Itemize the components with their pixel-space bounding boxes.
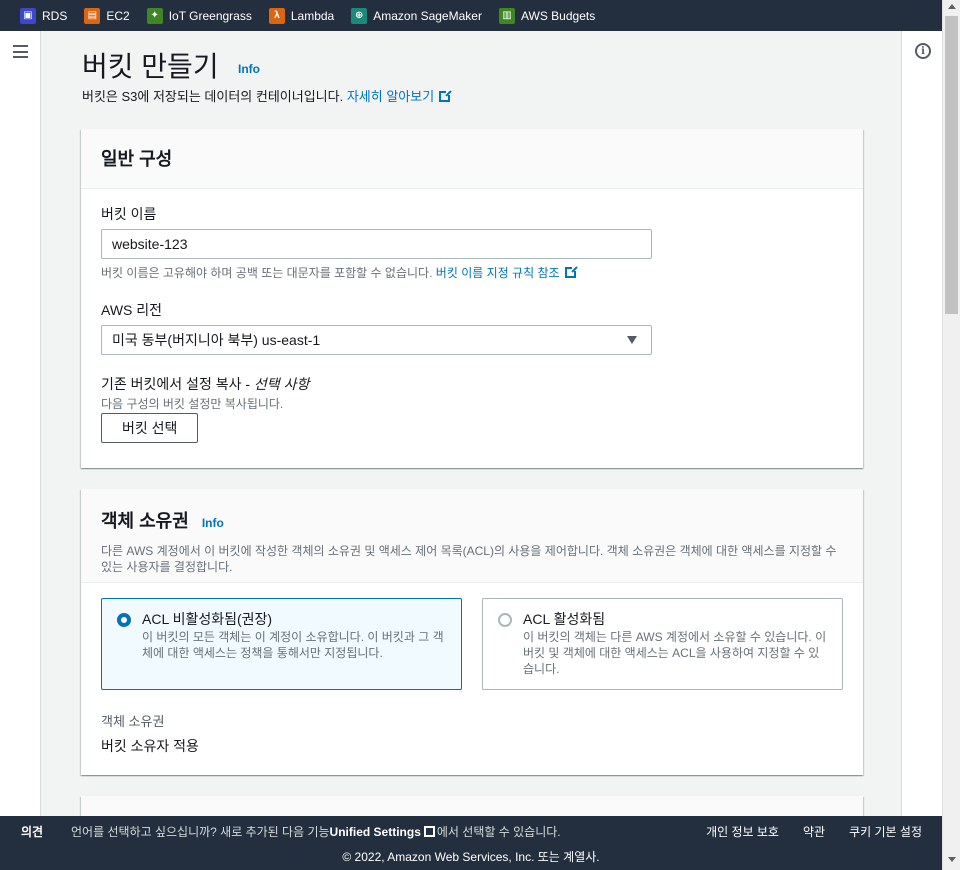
sagemaker-icon: ⊕: [351, 7, 368, 24]
feedback-link[interactable]: 의견: [21, 823, 43, 840]
bucket-name-input[interactable]: website-123: [101, 229, 652, 259]
object-ownership-description: 다른 AWS 계정에서 이 버킷에 작성한 객체의 소유권 및 액세스 제어 목…: [101, 544, 837, 574]
scroll-down-icon[interactable]: [948, 857, 956, 862]
bucket-name-label: 버킷 이름: [101, 206, 157, 222]
language-notice-suffix: 에서 선택할 수 있습니다.: [436, 825, 561, 839]
cookie-preferences-link[interactable]: 쿠키 기본 설정: [849, 823, 922, 840]
acl-disabled-description: 이 버킷의 모든 객체는 이 계정이 소유합니다. 이 버킷과 그 객체에 대한…: [142, 630, 444, 660]
unified-settings-link[interactable]: Unified Settings: [330, 825, 421, 839]
acl-disabled-option[interactable]: ACL 비활성화됨(권장) 이 버킷의 모든 객체는 이 계정이 소유합니다. …: [101, 598, 462, 690]
object-ownership-title: 객체 소유권 Info: [101, 507, 843, 533]
service-shortcut-bar: ▣ RDS ▤ EC2 ✦ IoT Greengrass λ Lambda ⊕ …: [0, 0, 942, 31]
acl-enabled-title: ACL 활성화됨: [523, 611, 606, 627]
general-configuration-panel: 일반 구성 버킷 이름 website-123 버킷 이름은 고유해야 하며 공…: [81, 129, 863, 468]
region-selected-value: 미국 동부(버지니아 북부) us-east-1: [112, 332, 321, 348]
page-title: 버킷 만들기: [82, 51, 219, 82]
region-label: AWS 리전: [101, 302, 163, 318]
scroll-thumb[interactable]: [945, 16, 958, 314]
menu-icon[interactable]: [13, 45, 28, 58]
side-navigation-rail: [0, 31, 41, 816]
service-budgets[interactable]: ▥ AWS Budgets: [498, 7, 596, 24]
naming-rules-label: 버킷 이름 지정 규칙 참조: [435, 266, 560, 280]
panel-header: 일반 구성: [81, 129, 863, 189]
scroll-up-icon[interactable]: [948, 4, 956, 9]
iot-greengrass-icon: ✦: [146, 7, 163, 24]
service-lambda[interactable]: λ Lambda: [268, 7, 335, 24]
acl-disabled-title: ACL 비활성화됨(권장): [142, 611, 273, 627]
choose-bucket-button[interactable]: 버킷 선택: [101, 413, 199, 443]
page-description: 버킷은 S3에 저장되는 데이터의 컨테이너입니다. 자세히 알아보기: [82, 86, 453, 105]
service-iot-greengrass[interactable]: ✦ IoT Greengrass: [146, 7, 252, 24]
terms-link[interactable]: 약관: [803, 823, 825, 840]
privacy-link[interactable]: 개인 정보 보호: [706, 823, 779, 840]
service-label: AWS Budgets: [520, 8, 596, 23]
external-link-icon: [564, 265, 578, 278]
object-ownership-title-text: 객체 소유권: [101, 511, 189, 531]
copy-settings-text: 기존 버킷에서 설정 복사 -: [101, 376, 254, 392]
panel-header: [81, 796, 863, 816]
caret-down-icon: [627, 336, 637, 344]
language-notice-prefix: 언어를 선택하고 싶으십니까? 새로 추가된 다음 기능: [71, 825, 330, 839]
service-rds[interactable]: ▣ RDS: [20, 7, 68, 24]
acl-disabled-radio[interactable]: [117, 613, 131, 627]
naming-rules-link[interactable]: 버킷 이름 지정 규칙 참조: [435, 265, 578, 280]
service-label: Lambda: [290, 8, 335, 23]
service-label: IoT Greengrass: [168, 8, 252, 23]
ec2-icon: ▤: [84, 7, 101, 24]
rds-icon: ▣: [20, 7, 36, 24]
service-ec2[interactable]: ▤ EC2: [84, 7, 130, 24]
ownership-result-value: 버킷 소유자 적용: [101, 738, 199, 754]
service-label: Amazon SageMaker: [373, 8, 482, 23]
learn-more-label: 자세히 알아보기: [346, 89, 435, 104]
footer-links: 개인 정보 보호 약관 쿠키 기본 설정: [706, 823, 922, 840]
external-link-icon: [439, 89, 453, 102]
region-select[interactable]: 미국 동부(버지니아 북부) us-east-1: [101, 325, 652, 355]
learn-more-link[interactable]: 자세히 알아보기: [346, 89, 453, 104]
copy-settings-hint: 다음 구성의 버킷 설정만 복사됩니다.: [101, 397, 284, 411]
next-panel-partial: [81, 796, 863, 816]
service-label: RDS: [42, 8, 68, 23]
language-notice: 언어를 선택하고 싶으십니까? 새로 추가된 다음 기능Unified Sett…: [71, 823, 561, 840]
general-configuration-title: 일반 구성: [101, 149, 173, 169]
copy-settings-label: 기존 버킷에서 설정 복사 - 선택 사항: [101, 374, 309, 394]
vertical-scrollbar[interactable]: [942, 0, 960, 870]
service-label: EC2: [106, 8, 130, 23]
bucket-name-hint: 버킷 이름은 고유해야 하며 공백 또는 대문자를 포함할 수 없습니다. 버킷…: [101, 264, 578, 281]
acl-enabled-radio[interactable]: [498, 613, 512, 627]
acl-enabled-description: 이 버킷의 객체는 다른 AWS 계정에서 소유할 수 있습니다. 이 버킷 및…: [523, 630, 827, 676]
tools-rail: i: [901, 31, 942, 816]
external-link-icon: [423, 826, 435, 837]
info-icon[interactable]: i: [915, 43, 931, 59]
panel-header: 객체 소유권 Info 다른 AWS 계정에서 이 버킷에 작성한 객체의 소유…: [81, 489, 863, 583]
copyright: © 2022, Amazon Web Services, Inc. 또는 계열사…: [342, 850, 600, 864]
main-content: 버킷 만들기 Info 버킷은 S3에 저장되는 데이터의 컨테이너입니다. 자…: [42, 31, 900, 816]
budgets-icon: ▥: [498, 7, 515, 24]
bucket-name-hint-text: 버킷 이름은 고유해야 하며 공백 또는 대문자를 포함할 수 없습니다.: [101, 266, 433, 280]
copy-settings-optional: 선택 사항: [253, 376, 310, 392]
console-footer: 의견 언어를 선택하고 싶으십니까? 새로 추가된 다음 기능Unified S…: [0, 816, 942, 870]
page-info-link[interactable]: Info: [238, 62, 260, 76]
acl-enabled-option[interactable]: ACL 활성화됨 이 버킷의 객체는 다른 AWS 계정에서 소유할 수 있습니…: [482, 598, 843, 690]
page-description-text: 버킷은 S3에 저장되는 데이터의 컨테이너입니다.: [82, 89, 344, 104]
object-ownership-info-link[interactable]: Info: [202, 516, 224, 530]
lambda-icon: λ: [268, 7, 285, 24]
object-ownership-panel: 객체 소유권 Info 다른 AWS 계정에서 이 버킷에 작성한 객체의 소유…: [81, 489, 863, 775]
ownership-result-label: 객체 소유권: [101, 714, 165, 729]
service-sagemaker[interactable]: ⊕ Amazon SageMaker: [351, 7, 482, 24]
